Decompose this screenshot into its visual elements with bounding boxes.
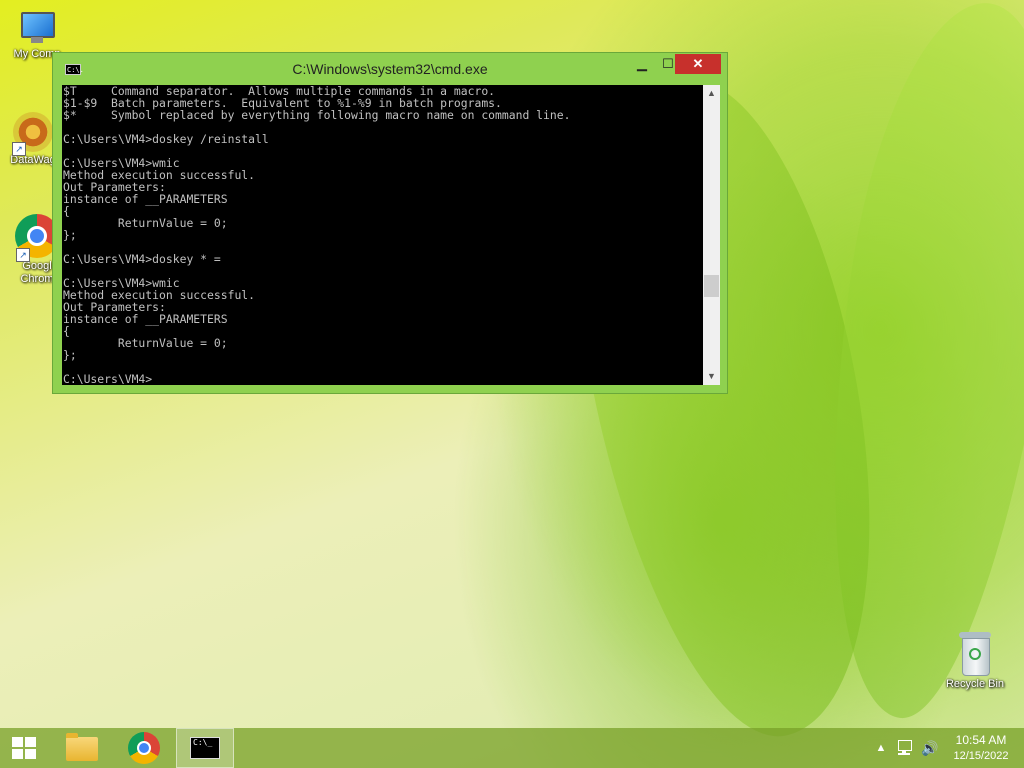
- wallpaper-leaf: [790, 0, 1024, 731]
- scroll-up-arrow-icon[interactable]: ▲: [703, 85, 720, 102]
- console-output[interactable]: $T Command separator. Allows multiple co…: [63, 85, 703, 385]
- taskbar-file-explorer[interactable]: [58, 728, 106, 768]
- scroll-thumb[interactable]: [704, 275, 719, 297]
- console-area[interactable]: $T Command separator. Allows multiple co…: [62, 85, 720, 385]
- window-titlebar[interactable]: C:\. C:\Windows\system32\cmd.exe ▁ ☐ ✕: [53, 53, 727, 85]
- cmd-window[interactable]: C:\. C:\Windows\system32\cmd.exe ▁ ☐ ✕ $…: [52, 52, 728, 394]
- computer-icon: [17, 10, 57, 46]
- shortcut-arrow-icon: ↗: [12, 142, 26, 156]
- scroll-down-arrow-icon[interactable]: ▼: [703, 368, 720, 385]
- taskbar: C:\_ ▲ 🔊 10:54 AM 12/15/2022: [0, 728, 1024, 768]
- taskbar-chrome[interactable]: [120, 728, 168, 768]
- folder-icon: [66, 733, 98, 761]
- system-clock[interactable]: 10:54 AM 12/15/2022: [946, 732, 1016, 764]
- desktop-icon-label: Recycle Bin: [945, 678, 1005, 690]
- windows-logo-icon: [12, 737, 36, 759]
- minimize-button[interactable]: ▁: [629, 54, 655, 74]
- shortcut-arrow-icon: ↗: [16, 248, 30, 262]
- taskbar-cmd[interactable]: C:\_: [176, 728, 234, 768]
- clock-time: 10:54 AM: [955, 733, 1007, 747]
- chrome-icon: [128, 732, 160, 764]
- start-button[interactable]: [0, 728, 48, 768]
- network-icon[interactable]: [896, 740, 914, 756]
- cmd-icon: C:\_: [190, 737, 220, 759]
- volume-icon[interactable]: 🔊: [920, 728, 940, 768]
- window-title: C:\Windows\system32\cmd.exe: [292, 61, 488, 77]
- clock-date: 12/15/2022: [953, 750, 1009, 762]
- close-button[interactable]: ✕: [675, 54, 721, 74]
- desktop-icon-recycle-bin[interactable]: Recycle Bin: [938, 632, 1012, 691]
- recycle-bin-icon: [958, 632, 992, 676]
- vertical-scrollbar[interactable]: ▲ ▼: [703, 85, 720, 385]
- show-hidden-icons-button[interactable]: ▲: [874, 728, 888, 768]
